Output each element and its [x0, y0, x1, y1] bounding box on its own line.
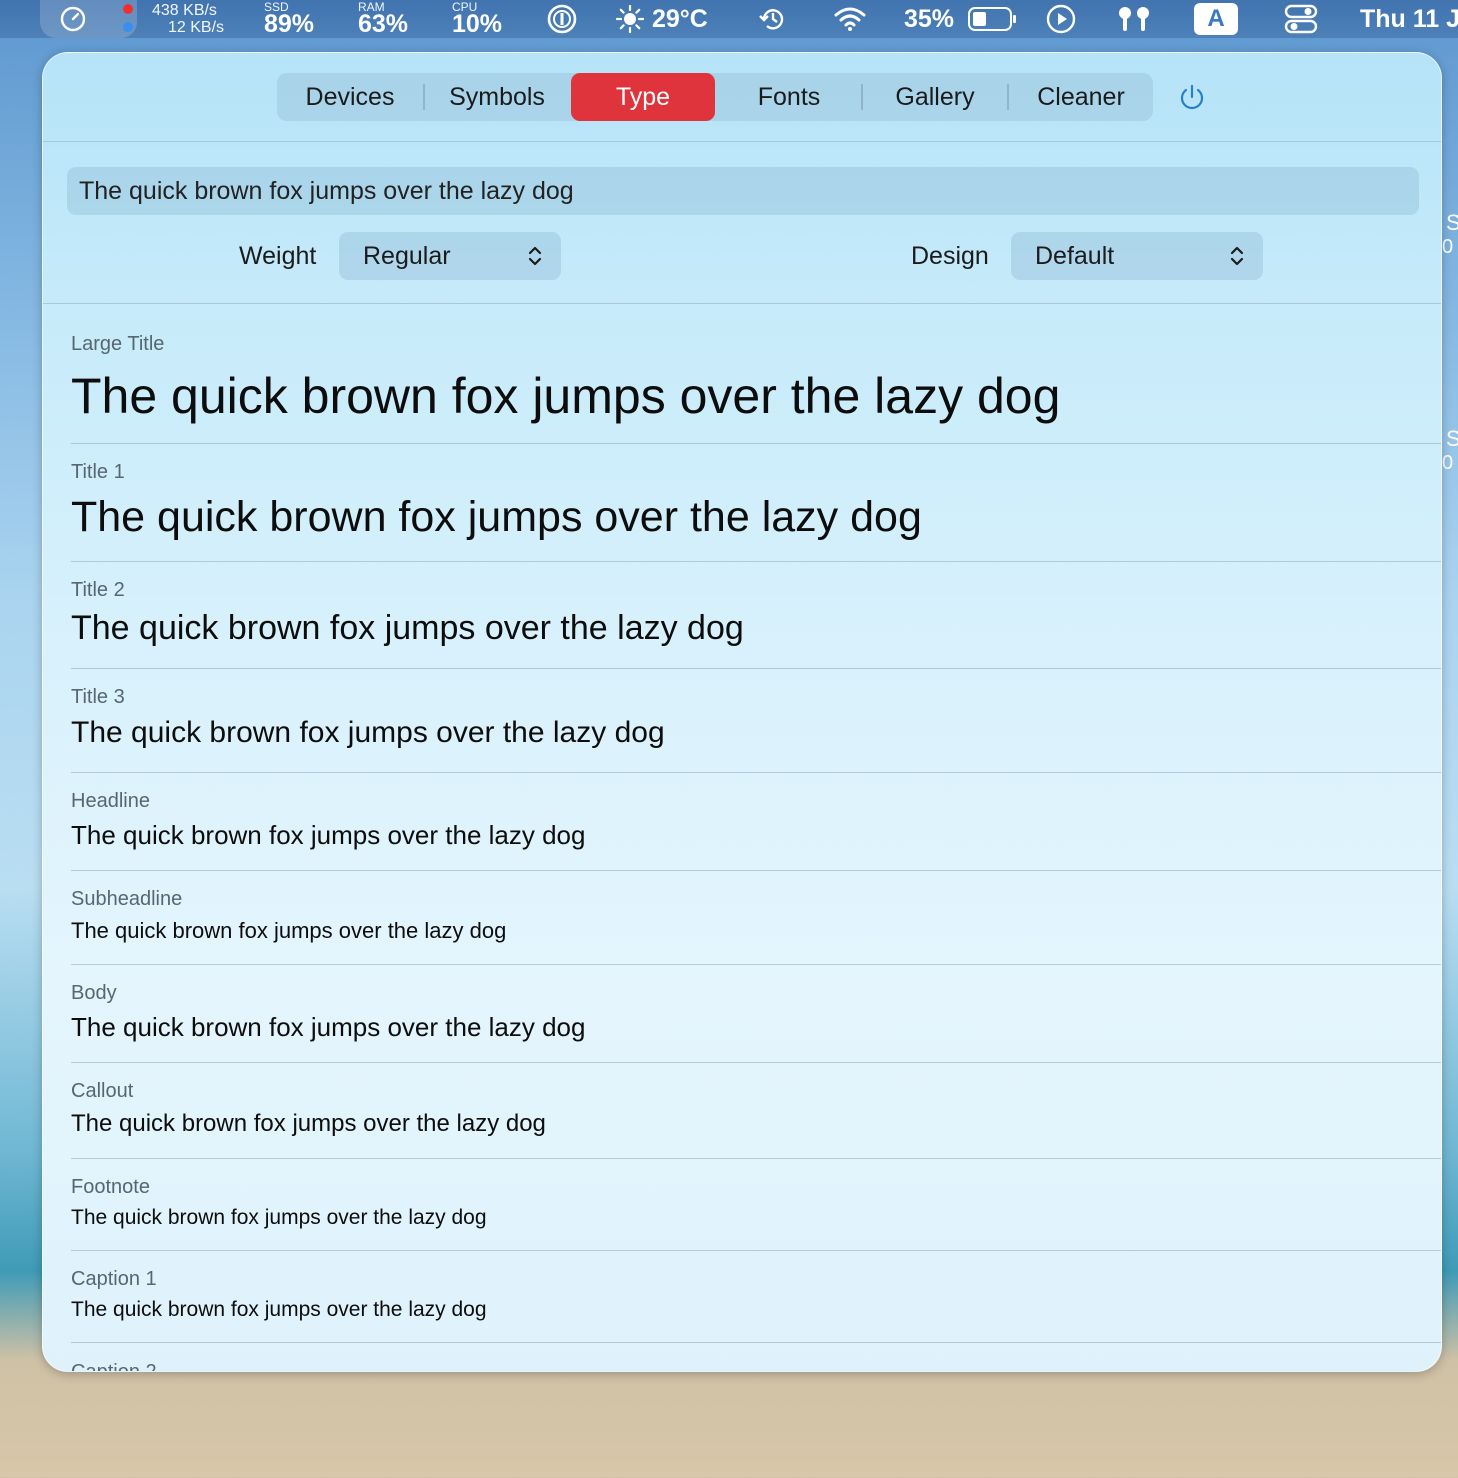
play-icon[interactable] — [1046, 4, 1076, 34]
input-source-label: A — [1207, 5, 1225, 32]
row-divider — [71, 1342, 1441, 1343]
style-sample: The quick brown fox jumps over the lazy … — [71, 493, 922, 541]
style-sample: The quick brown fox jumps over the lazy … — [71, 609, 744, 647]
row-divider — [71, 772, 1441, 773]
design-value: Default — [1035, 242, 1115, 270]
weight-value: Regular — [363, 242, 451, 270]
tab-symbols[interactable]: Symbols — [425, 73, 569, 121]
style-sample: The quick brown fox jumps over the lazy … — [71, 716, 665, 749]
style-name: Callout — [71, 1080, 134, 1102]
style-name: Title 3 — [71, 686, 125, 708]
style-name: Headline — [71, 790, 150, 812]
up-down-chevron-icon — [528, 246, 542, 266]
sample-text-input[interactable] — [67, 167, 1419, 215]
style-name: Title 2 — [71, 579, 125, 601]
ram-value[interactable]: 63% — [358, 12, 408, 37]
desktop-edge-fragment: 0 — [1442, 236, 1454, 258]
input-source-icon[interactable]: A — [1194, 3, 1238, 35]
tab-devices[interactable]: Devices — [277, 73, 423, 121]
net-download-dot — [123, 22, 133, 32]
row-divider — [71, 1250, 1441, 1251]
type-panel: Devices Symbols Type Fonts Gallery Clean… — [42, 52, 1442, 1372]
style-name: Body — [71, 982, 117, 1004]
style-sample: The quick brown fox jumps over the lazy … — [71, 918, 507, 943]
style-name: Large Title — [71, 333, 165, 355]
style-sample: The quick brown fox jumps over the lazy … — [71, 1206, 487, 1229]
cpu-value[interactable]: 10% — [452, 12, 502, 37]
net-down-speed: 12 KB/s — [168, 19, 225, 36]
wifi-icon[interactable] — [834, 6, 866, 32]
design-select[interactable]: Default — [1011, 232, 1263, 280]
tab-cleaner[interactable]: Cleaner — [1009, 73, 1153, 121]
tab-type[interactable]: Type — [571, 73, 715, 121]
menubar-stopwatch-pill[interactable] — [40, 0, 137, 38]
desktop-edge-fragment: S — [1446, 426, 1458, 451]
desktop-edge-fragment: S — [1446, 210, 1458, 235]
menubar-clock[interactable]: Thu 11 J — [1360, 0, 1458, 38]
row-divider — [71, 1062, 1441, 1063]
ssd-value[interactable]: 89% — [264, 12, 314, 37]
time-machine-icon[interactable] — [758, 5, 788, 33]
row-divider — [71, 561, 1441, 562]
controls-divider — [43, 303, 1441, 304]
desktop-edge-fragment: 0 — [1442, 452, 1454, 474]
style-sample: The quick brown fox jumps over the lazy … — [71, 1298, 487, 1321]
weight-select[interactable]: Regular — [339, 232, 561, 280]
style-row-caption-2: Caption 2 — [71, 1359, 271, 1371]
power-icon[interactable] — [1177, 83, 1207, 113]
tab-fonts[interactable]: Fonts — [717, 73, 861, 121]
style-name: Footnote — [71, 1176, 150, 1198]
row-divider — [71, 964, 1441, 965]
style-name: Caption 2 — [71, 1361, 157, 1371]
row-divider — [71, 443, 1441, 444]
header-divider — [43, 141, 1441, 142]
style-sample: The quick brown fox jumps over the lazy … — [71, 1012, 586, 1042]
weather-temp[interactable]: 29°C — [652, 0, 708, 38]
style-sample: The quick brown fox jumps over the lazy … — [71, 368, 1061, 424]
sun-icon — [616, 5, 644, 33]
style-name: Caption 1 — [71, 1268, 157, 1290]
battery-icon[interactable] — [968, 7, 1018, 31]
onepassword-icon[interactable] — [546, 4, 578, 34]
design-label: Design — [911, 242, 989, 270]
stopwatch-icon — [60, 6, 86, 32]
weight-label: Weight — [239, 242, 317, 270]
net-up-speed: 438 KB/s — [152, 2, 217, 19]
row-divider — [71, 870, 1441, 871]
menu-bar: 438 KB/s 12 KB/s SSD 89% RAM 63% CPU 10%… — [0, 0, 1458, 38]
style-name: Subheadline — [71, 888, 183, 910]
row-divider — [71, 668, 1441, 669]
tab-gallery[interactable]: Gallery — [863, 73, 1007, 121]
up-down-chevron-icon — [1230, 246, 1244, 266]
style-sample: The quick brown fox jumps over the lazy … — [71, 820, 586, 850]
row-divider — [71, 1158, 1441, 1159]
control-center-icon[interactable] — [1284, 4, 1318, 34]
net-upload-dot — [123, 4, 133, 14]
battery-percent[interactable]: 35% — [904, 0, 954, 38]
style-sample: The quick brown fox jumps over the lazy … — [71, 1110, 546, 1137]
style-name: Title 1 — [71, 461, 125, 483]
tab-bar: Devices Symbols Type Fonts Gallery Clean… — [277, 73, 1153, 121]
airpods-icon[interactable] — [1116, 5, 1152, 33]
